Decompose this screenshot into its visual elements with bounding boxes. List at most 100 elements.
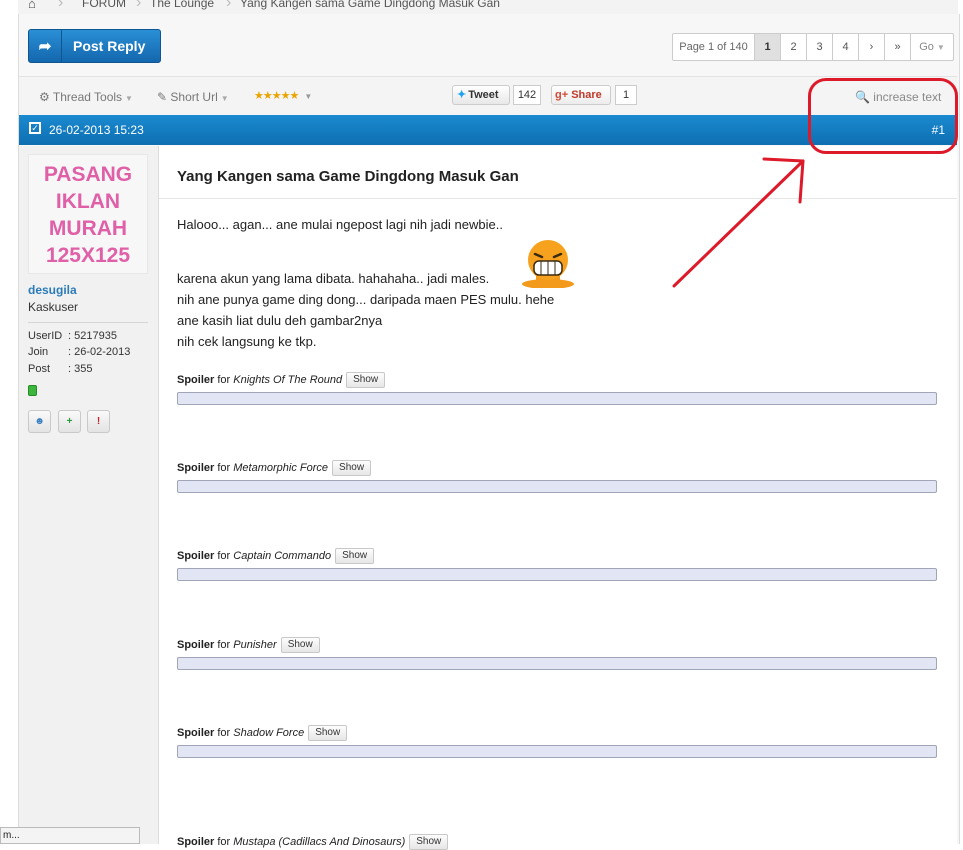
user-rank: Kaskuser xyxy=(28,300,79,314)
add-friend-icon[interactable]: + xyxy=(58,410,81,433)
divider xyxy=(159,198,957,199)
post-text-line: nih cek langsung ke tkp. xyxy=(177,334,317,349)
ad-line: 125X125 xyxy=(45,244,131,267)
chevron-down-icon: ▼ xyxy=(304,92,312,101)
spoiler-content-bar xyxy=(177,745,937,758)
google-plus-icon: g+ xyxy=(555,89,569,101)
ad-banner[interactable]: PASANG IKLAN MURAH 125X125 xyxy=(28,154,148,274)
go-button[interactable]: Go ▼ xyxy=(911,34,953,60)
spoiler-header: Spoiler for Knights Of The Round Show xyxy=(177,372,386,388)
spoiler-show-button[interactable]: Show xyxy=(335,548,375,564)
go-label: Go xyxy=(919,41,934,53)
spoiler-content-bar xyxy=(177,657,937,670)
twitter-bird-icon: ✦ xyxy=(457,89,467,101)
page-1[interactable]: 1 xyxy=(755,34,781,60)
spoiler-title: Punisher xyxy=(233,638,277,651)
user-join-date: Join : 26-02-2013 xyxy=(28,346,130,358)
star-rating: ★★★★★ xyxy=(254,90,299,102)
ad-line: PASANG xyxy=(43,163,133,186)
short-url-dropdown[interactable]: ✎ Short Url ▼ xyxy=(157,90,229,104)
spoiler-label: Spoiler xyxy=(177,549,215,562)
stat-key: Join xyxy=(28,346,49,358)
chevron-down-icon: ▼ xyxy=(220,94,229,103)
annotation-highlight-box xyxy=(808,78,958,154)
pagination: Page 1 of 140 1 2 3 4 › » Go ▼ xyxy=(672,33,954,61)
username[interactable]: desugila xyxy=(28,283,77,297)
divider xyxy=(28,322,148,323)
gplus-share-button[interactable]: g+ Share xyxy=(551,85,611,105)
spoiler-content-bar xyxy=(177,480,937,493)
page-4[interactable]: 4 xyxy=(833,34,859,60)
spoiler-content-bar xyxy=(177,568,937,581)
breadcrumb-separator: › xyxy=(58,0,64,11)
spoiler-header: Spoiler for Punisher Show xyxy=(177,637,320,653)
post-reply-label: Post Reply xyxy=(73,38,146,54)
page-info: Page 1 of 140 xyxy=(673,34,755,60)
post-content: Yang Kangen sama Game Dingdong Masuk Gan… xyxy=(159,146,957,850)
reply-arrow-icon: ➦ xyxy=(29,30,62,62)
user-post-count: Post: 355 xyxy=(28,363,92,375)
thread-tools-dropdown[interactable]: ⚙ Thread Tools ▼ xyxy=(39,90,133,104)
view-profile-icon[interactable]: ☻ xyxy=(28,410,51,433)
spoiler-show-button[interactable]: Show xyxy=(332,460,372,476)
home-icon[interactable]: ⌂ xyxy=(28,0,36,11)
share-count: 1 xyxy=(615,85,637,105)
online-status-icon xyxy=(28,385,37,396)
spoiler-title: Knights Of The Round xyxy=(233,373,343,386)
page-2[interactable]: 2 xyxy=(781,34,807,60)
post-text-line: Halooo... agan... ane mulai ngepost lagi… xyxy=(177,217,503,232)
spoiler-label: Spoiler xyxy=(177,726,215,739)
tweet-count: 142 xyxy=(513,85,541,105)
post-text-line: nih ane punya game ding dong... daripada… xyxy=(177,292,555,307)
spoiler-header: Spoiler for Metamorphic Force Show xyxy=(177,460,372,476)
gear-icon: ⚙ xyxy=(39,90,50,104)
spoiler-for: for xyxy=(217,461,231,474)
stat-value: : 26-02-2013 xyxy=(68,346,131,358)
spoiler-show-button[interactable]: Show xyxy=(280,637,320,653)
stat-value: : 355 xyxy=(68,363,93,375)
spoiler-header: Spoiler for Shadow Force Show xyxy=(177,725,348,741)
post-reply-button[interactable]: ➦ Post Reply xyxy=(28,29,161,63)
chevron-down-icon: ▼ xyxy=(125,94,133,103)
stat-value: : 5217935 xyxy=(68,330,117,342)
last-page-icon[interactable]: » xyxy=(885,34,911,60)
breadcrumb-thread: Yang Kangen sama Game Dingdong Masuk Gan xyxy=(240,0,500,10)
spoiler-title: Captain Commando xyxy=(233,549,332,562)
user-sidebar: PASANG IKLAN MURAH 125X125 desugila Kask… xyxy=(19,146,159,844)
chevron-down-icon: ▼ xyxy=(936,43,945,52)
spoiler-show-button[interactable]: Show xyxy=(409,834,449,850)
post-title: Yang Kangen sama Game Dingdong Masuk Gan xyxy=(177,168,519,185)
share-label: Share xyxy=(571,89,602,101)
report-icon[interactable]: ! xyxy=(87,410,110,433)
spoiler-label: Spoiler xyxy=(177,373,215,386)
spoiler-title: Shadow Force xyxy=(233,726,305,739)
spoiler-content-bar xyxy=(177,392,937,405)
post-date: 26-02-2013 15:23 xyxy=(49,123,144,137)
post-text-line: ane kasih liat dulu deh gambar2nya xyxy=(177,313,383,328)
tweet-button[interactable]: ✦ Tweet xyxy=(452,85,510,105)
page-3[interactable]: 3 xyxy=(807,34,833,60)
breadcrumb-separator: › xyxy=(226,0,232,11)
spoiler-for: for xyxy=(217,549,231,562)
spoiler-for: for xyxy=(217,835,231,848)
next-page-icon[interactable]: › xyxy=(859,34,885,60)
spoiler-for: for xyxy=(217,373,231,386)
post-text-line: karena akun yang lama dibata. hahahaha..… xyxy=(177,271,490,286)
spoiler-show-button[interactable]: Show xyxy=(308,725,348,741)
breadcrumb: ⌂ › FORUM › The Lounge › Yang Kangen sam… xyxy=(18,0,958,15)
breadcrumb-lounge[interactable]: The Lounge xyxy=(150,0,214,10)
spoiler-show-button[interactable]: Show xyxy=(346,372,386,388)
spoiler-header: Spoiler for Captain Commando Show xyxy=(177,548,375,564)
spoiler-for: for xyxy=(217,638,231,651)
checkbox-icon[interactable]: ✓ xyxy=(29,122,41,134)
short-url-label: Short Url xyxy=(170,90,218,104)
breadcrumb-forum[interactable]: FORUM xyxy=(82,0,126,10)
user-id: UserID: 5217935 xyxy=(28,330,117,342)
spoiler-label: Spoiler xyxy=(177,835,215,848)
rating-dropdown[interactable]: ★★★★★ ▼ xyxy=(254,89,312,102)
spoiler-title: Mustapa (Cadillacs And Dinosaurs) xyxy=(233,835,406,848)
tweet-label: Tweet xyxy=(468,89,499,101)
ad-line: IKLAN xyxy=(55,190,121,213)
spoiler-title: Metamorphic Force xyxy=(233,461,329,474)
grinning-emoticon-icon xyxy=(522,240,574,288)
